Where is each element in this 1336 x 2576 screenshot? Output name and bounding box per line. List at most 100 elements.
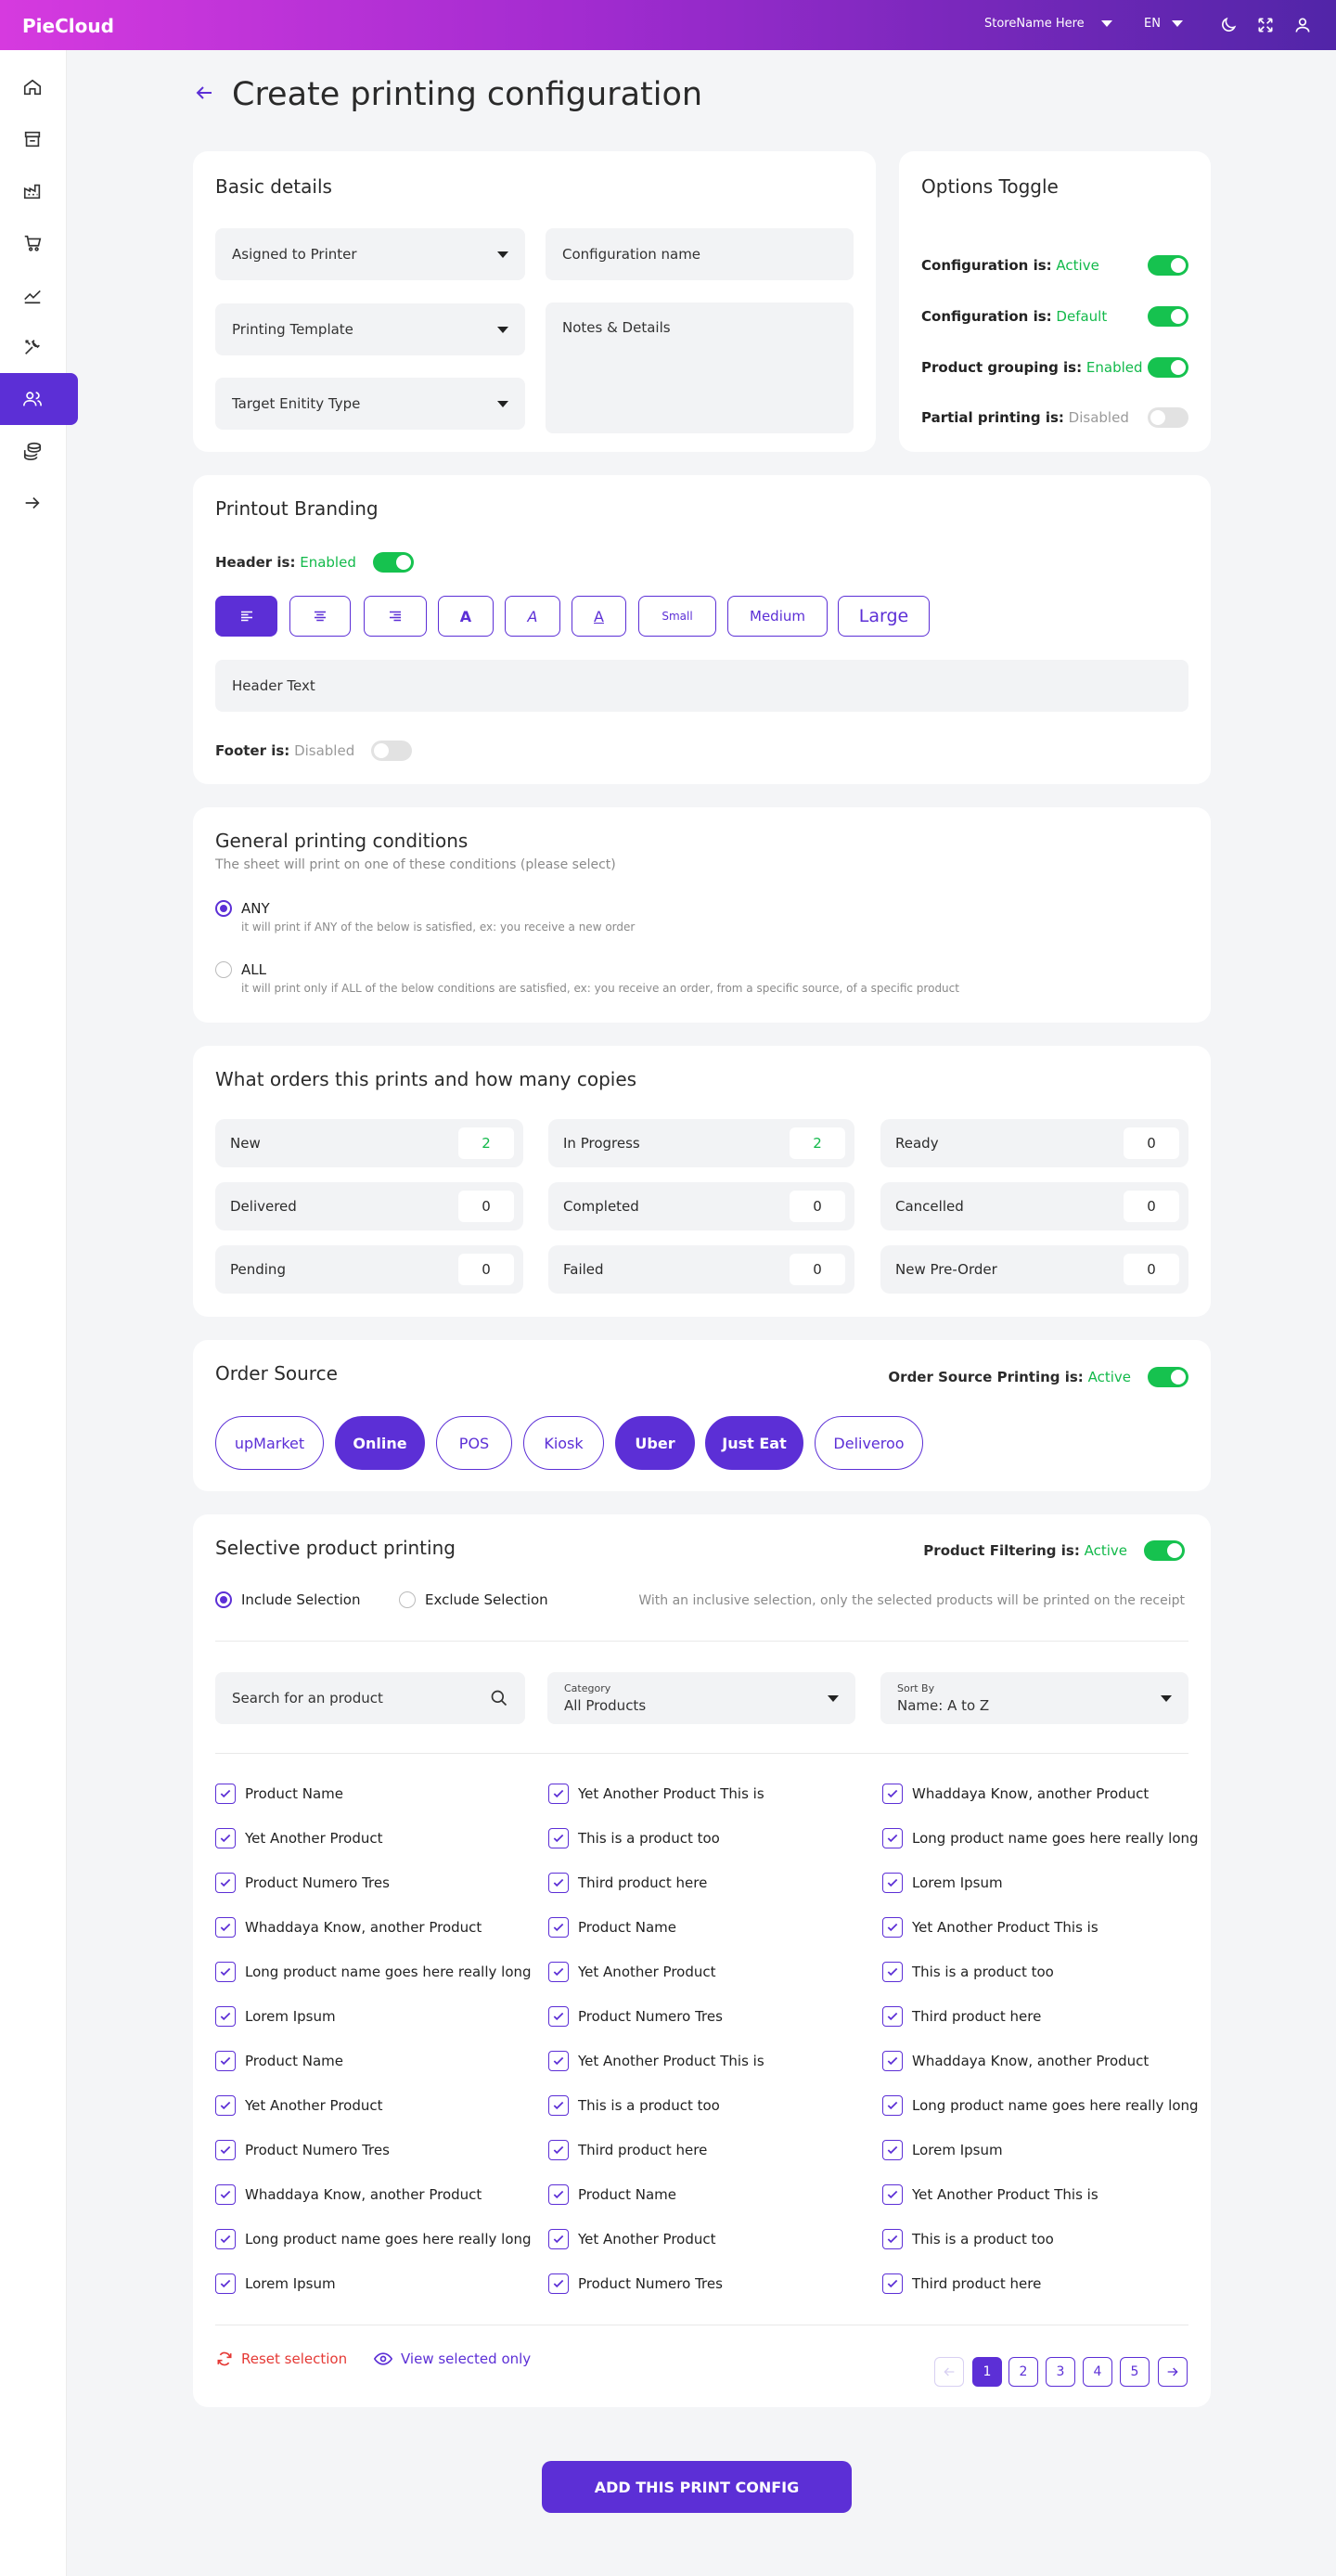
checkbox-checked-icon[interactable] — [548, 2273, 569, 2294]
checkbox-checked-icon[interactable] — [882, 1962, 903, 1982]
checkbox-checked-icon[interactable] — [548, 2229, 569, 2249]
product-checkbox-item[interactable]: Third product here — [882, 2006, 1041, 2027]
product-search-input[interactable]: Search for an product — [215, 1672, 525, 1724]
product-checkbox-item[interactable]: Product Name — [215, 1784, 343, 1804]
product-checkbox-item[interactable]: Product Numero Tres — [548, 2006, 723, 2027]
pagination-page[interactable]: 2 — [1008, 2357, 1038, 2387]
pagination-page[interactable]: 3 — [1046, 2357, 1075, 2387]
source-uber[interactable]: Uber — [615, 1416, 695, 1470]
config-default-toggle[interactable] — [1148, 306, 1188, 327]
checkbox-checked-icon[interactable] — [882, 2140, 903, 2160]
product-checkbox-item[interactable]: Product Name — [548, 1917, 676, 1938]
checkbox-checked-icon[interactable] — [882, 2051, 903, 2071]
brand-logo[interactable]: PieCloud — [22, 15, 114, 37]
source-just-eat[interactable]: Just Eat — [705, 1416, 803, 1470]
pagination-next[interactable] — [1158, 2357, 1188, 2387]
exclude-selection-radio[interactable]: Exclude Selection — [399, 1591, 548, 1608]
align-left-button[interactable] — [215, 596, 277, 637]
source-deliveroo[interactable]: Deliveroo — [815, 1416, 923, 1470]
checkbox-checked-icon[interactable] — [882, 1828, 903, 1848]
checkbox-checked-icon[interactable] — [215, 2006, 236, 2027]
config-active-toggle[interactable] — [1148, 255, 1188, 276]
checkbox-checked-icon[interactable] — [882, 2184, 903, 2205]
checkbox-checked-icon[interactable] — [548, 1873, 569, 1893]
category-select[interactable]: Category All Products — [547, 1672, 855, 1724]
product-checkbox-item[interactable]: This is a product too — [548, 2095, 720, 2116]
checkbox-checked-icon[interactable] — [215, 1873, 236, 1893]
sort-select[interactable]: Sort By Name: A to Z — [880, 1672, 1188, 1724]
product-checkbox-item[interactable]: Product Numero Tres — [215, 2140, 390, 2160]
analytics-icon[interactable] — [0, 269, 78, 321]
home-icon[interactable] — [0, 61, 78, 113]
user-icon[interactable] — [1290, 12, 1316, 38]
checkbox-checked-icon[interactable] — [548, 2184, 569, 2205]
users-icon[interactable] — [0, 373, 78, 425]
product-checkbox-item[interactable]: Yet Another Product — [548, 2229, 716, 2249]
checkbox-checked-icon[interactable] — [548, 2006, 569, 2027]
product-checkbox-item[interactable]: Long product name goes here really long — [882, 1828, 1199, 1848]
product-checkbox-item[interactable]: Whaddaya Know, another Product — [882, 2051, 1149, 2071]
product-filter-toggle[interactable] — [1144, 1540, 1185, 1561]
fullscreen-icon[interactable] — [1252, 12, 1278, 38]
coins-icon[interactable] — [0, 425, 78, 477]
product-checkbox-item[interactable]: Product Name — [215, 2051, 343, 2071]
product-checkbox-item[interactable]: This is a product too — [548, 1828, 720, 1848]
product-checkbox-item[interactable]: Lorem Ipsum — [882, 2140, 1003, 2160]
count-input[interactable]: 2 — [790, 1127, 845, 1159]
product-checkbox-item[interactable]: This is a product too — [882, 1962, 1054, 1982]
size-small-button[interactable]: Small — [638, 596, 716, 637]
template-select[interactable]: Printing Template — [215, 303, 525, 355]
product-checkbox-item[interactable]: Long product name goes here really long — [882, 2095, 1199, 2116]
product-checkbox-item[interactable]: Yet Another Product This is — [548, 1784, 764, 1804]
header-toggle[interactable] — [372, 552, 414, 573]
logout-arrow-icon[interactable] — [0, 477, 78, 529]
count-input[interactable]: 2 — [458, 1127, 514, 1159]
product-checkbox-item[interactable]: Product Numero Tres — [548, 2273, 723, 2294]
count-input[interactable]: 0 — [790, 1191, 845, 1222]
pagination-page[interactable]: 4 — [1083, 2357, 1112, 2387]
checkbox-checked-icon[interactable] — [215, 1784, 236, 1804]
product-checkbox-item[interactable]: Third product here — [548, 1873, 707, 1893]
product-checkbox-item[interactable]: Yet Another Product — [215, 2095, 383, 2116]
store-icon[interactable] — [0, 113, 78, 165]
product-checkbox-item[interactable]: Whaddaya Know, another Product — [882, 1784, 1149, 1804]
entity-type-select[interactable]: Target Enitity Type — [215, 378, 525, 430]
factory-icon[interactable] — [0, 165, 78, 217]
count-input[interactable]: 0 — [1124, 1127, 1179, 1159]
reset-selection-button[interactable]: Reset selection — [215, 2350, 347, 2368]
count-input[interactable]: 0 — [790, 1254, 845, 1285]
align-center-button[interactable] — [289, 596, 351, 637]
checkbox-checked-icon[interactable] — [882, 1873, 903, 1893]
product-checkbox-item[interactable]: Yet Another Product This is — [882, 1917, 1098, 1938]
checkbox-checked-icon[interactable] — [882, 2229, 903, 2249]
view-selected-button[interactable]: View selected only — [373, 2350, 531, 2368]
product-checkbox-item[interactable]: Product Name — [548, 2184, 676, 2205]
product-checkbox-item[interactable]: Lorem Ipsum — [215, 2006, 336, 2027]
store-selector[interactable]: StoreName Here — [984, 17, 1112, 31]
moon-icon[interactable] — [1215, 12, 1241, 38]
bold-button[interactable]: A — [438, 596, 494, 637]
source-kiosk[interactable]: Kiosk — [523, 1416, 604, 1470]
footer-toggle[interactable] — [371, 741, 413, 761]
checkbox-checked-icon[interactable] — [882, 2006, 903, 2027]
checkbox-checked-icon[interactable] — [548, 2051, 569, 2071]
include-selection-radio[interactable]: Include Selection — [215, 1591, 361, 1608]
product-checkbox-item[interactable]: This is a product too — [882, 2229, 1054, 2249]
product-checkbox-item[interactable]: Whaddaya Know, another Product — [215, 1917, 482, 1938]
product-checkbox-item[interactable]: Yet Another Product This is — [882, 2184, 1098, 2205]
back-arrow-icon[interactable] — [193, 82, 215, 108]
product-checkbox-item[interactable]: Lorem Ipsum — [215, 2273, 336, 2294]
tools-icon[interactable] — [0, 321, 78, 373]
product-checkbox-item[interactable]: Yet Another Product — [215, 1828, 383, 1848]
partial-printing-toggle[interactable] — [1148, 407, 1188, 428]
count-input[interactable]: 0 — [458, 1254, 514, 1285]
underline-button[interactable]: A — [572, 596, 626, 637]
language-selector[interactable]: EN — [1144, 17, 1183, 31]
source-online[interactable]: Online — [335, 1416, 425, 1470]
checkbox-checked-icon[interactable] — [215, 2273, 236, 2294]
checkbox-checked-icon[interactable] — [882, 1917, 903, 1938]
product-checkbox-item[interactable]: Product Numero Tres — [215, 1873, 390, 1893]
pagination-page[interactable]: 1 — [972, 2357, 1002, 2387]
cart-icon[interactable] — [0, 217, 78, 269]
source-upmarket[interactable]: upMarket — [215, 1416, 324, 1470]
